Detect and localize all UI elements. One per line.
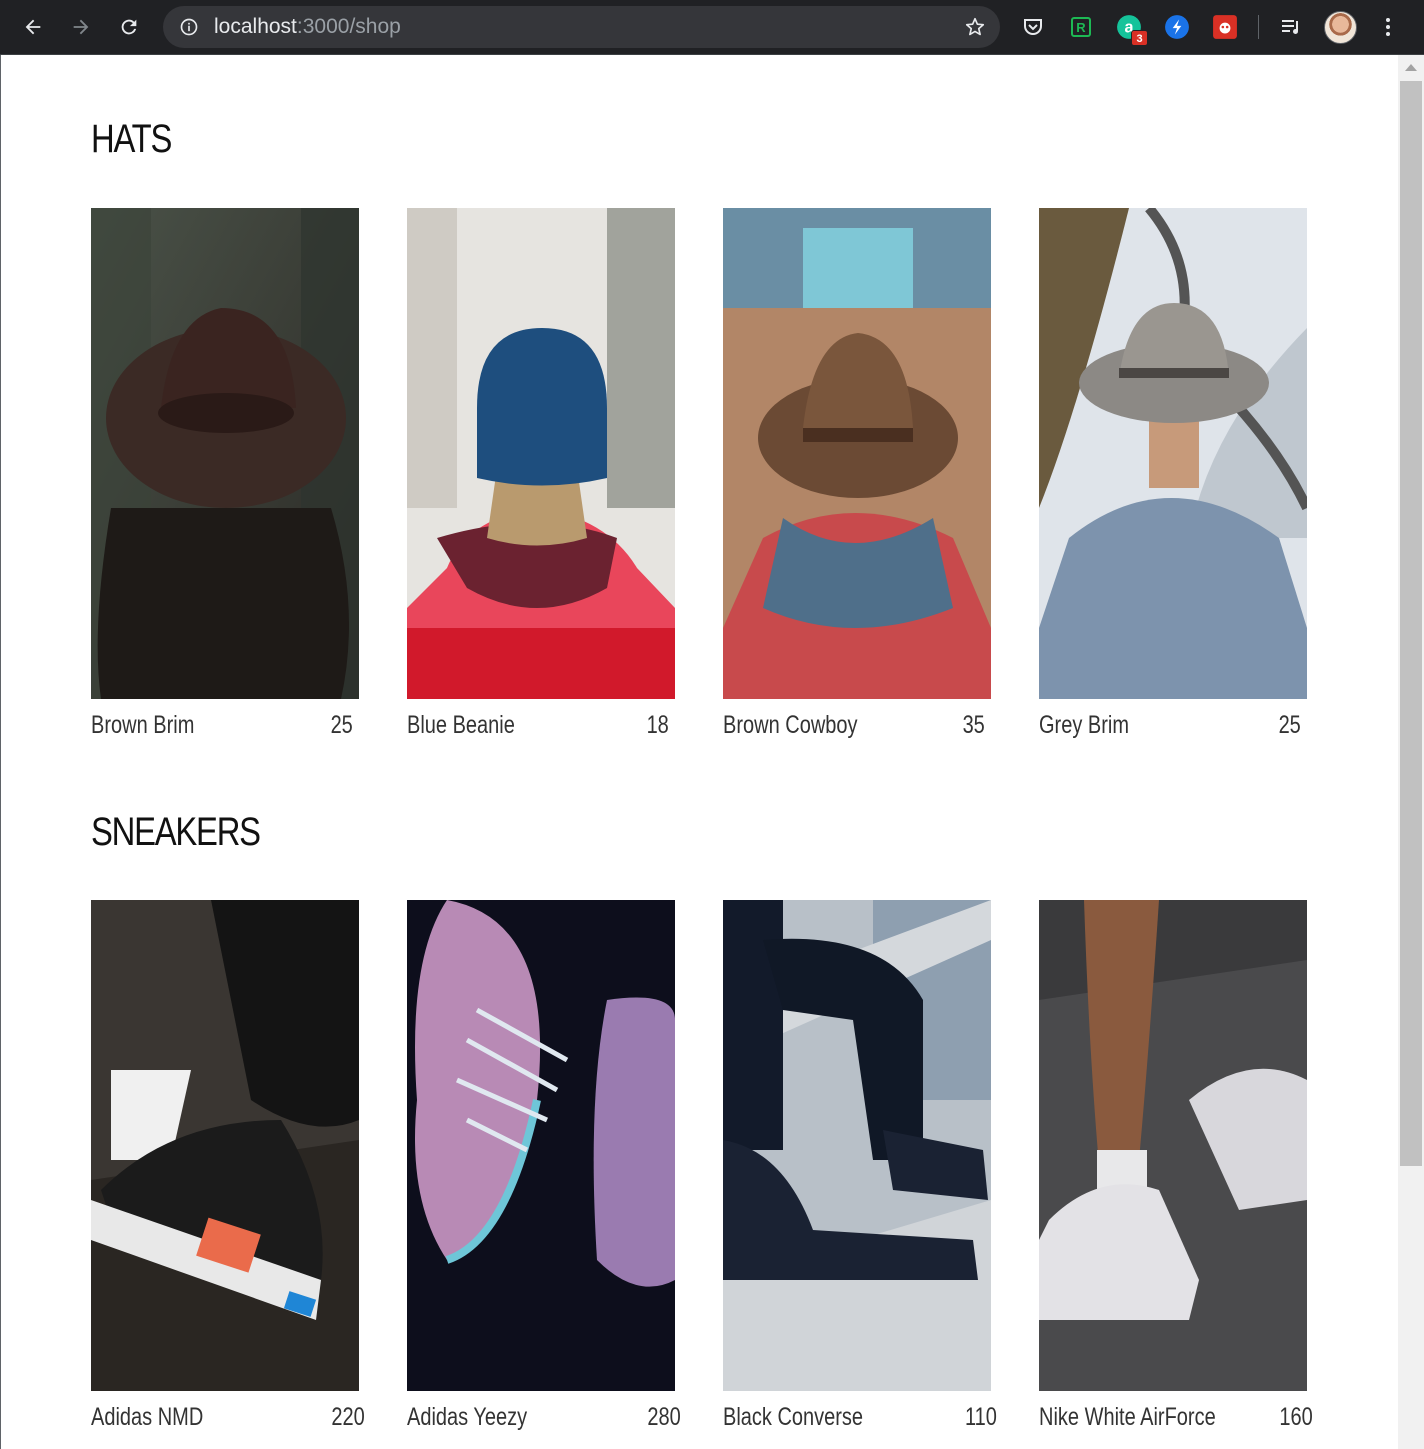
product-card[interactable]: Adidas Yeezy 280 — [407, 900, 681, 1439]
product-meta: Nike White AirForce 160 — [1039, 1399, 1313, 1439]
product-price: 280 — [647, 1403, 681, 1431]
arrow-right-icon — [73, 19, 89, 35]
svg-text:R: R — [1076, 20, 1086, 35]
product-name: Black Converse — [723, 1403, 864, 1431]
product-name: Grey Brim — [1039, 711, 1129, 739]
product-name: Adidas Yeezy — [407, 1403, 528, 1431]
product-price: 220 — [331, 1403, 365, 1431]
product-meta: Black Converse 110 — [723, 1399, 997, 1439]
bug-extension-icon[interactable] — [1210, 12, 1240, 42]
product-name: Brown Cowboy — [723, 711, 858, 739]
product-price: 160 — [1279, 1403, 1313, 1431]
back-button[interactable] — [14, 8, 52, 46]
url-host: localhost — [214, 15, 297, 38]
product-name: Blue Beanie — [407, 711, 515, 739]
grammarly-badge: 3 — [1131, 30, 1148, 46]
product-card[interactable]: Black Converse 110 — [723, 900, 997, 1439]
collection-title[interactable]: HATS — [91, 117, 1108, 162]
product-image — [407, 900, 675, 1391]
product-image — [723, 900, 991, 1391]
rss-extension-icon[interactable]: R — [1066, 12, 1096, 42]
product-image — [407, 208, 675, 699]
bookmark-star-icon[interactable] — [964, 16, 986, 38]
product-name: Brown Brim — [91, 711, 195, 739]
product-meta: Adidas Yeezy 280 — [407, 1399, 681, 1439]
product-meta: Blue Beanie 18 — [407, 707, 675, 747]
collection-sneakers: SNEAKERS — [91, 810, 1331, 855]
product-name: Nike White AirForce — [1039, 1403, 1216, 1431]
shield-extension-icon[interactable] — [1162, 12, 1192, 42]
product-name: Adidas NMD — [91, 1403, 204, 1431]
page-content: HATS Brown Brim 25 Blue Beanie 18 Brown … — [0, 55, 1398, 1449]
grammarly-icon[interactable]: a 3 — [1114, 12, 1148, 46]
product-card[interactable]: Brown Cowboy 35 — [723, 208, 991, 747]
media-queue-icon[interactable] — [1276, 12, 1306, 42]
product-card[interactable]: Adidas NMD 220 — [91, 900, 365, 1439]
product-image — [91, 208, 359, 699]
scroll-up-arrow-icon[interactable] — [1405, 64, 1417, 71]
forward-button[interactable] — [62, 8, 100, 46]
product-image — [1039, 208, 1307, 699]
product-meta: Brown Brim 25 — [91, 707, 359, 747]
product-image — [1039, 900, 1307, 1391]
browser-toolbar: localhost:3000/shop R a 3 — [0, 0, 1424, 55]
product-meta: Brown Cowboy 35 — [723, 707, 991, 747]
url-path: :3000/shop — [296, 15, 401, 38]
product-image — [91, 900, 359, 1391]
collection-hats: HATS — [91, 117, 1331, 162]
collection-title[interactable]: SNEAKERS — [91, 810, 1108, 855]
page-scrollbar[interactable] — [1398, 55, 1424, 1449]
info-icon[interactable] — [179, 17, 199, 37]
scrollbar-thumb[interactable] — [1400, 81, 1422, 1166]
product-card[interactable]: Nike White AirForce 160 — [1039, 900, 1313, 1439]
menu-kebab-icon[interactable] — [1373, 12, 1403, 42]
product-card[interactable]: Grey Brim 25 — [1039, 208, 1307, 747]
product-image — [723, 208, 991, 699]
pocket-icon[interactable] — [1018, 12, 1048, 42]
address-bar[interactable]: localhost:3000/shop — [163, 6, 1000, 48]
url-text[interactable]: localhost:3000/shop — [214, 16, 401, 38]
product-price: 25 — [330, 711, 353, 739]
product-meta: Grey Brim 25 — [1039, 707, 1307, 747]
product-price: 25 — [1278, 711, 1301, 739]
product-card[interactable]: Brown Brim 25 — [91, 208, 359, 747]
reload-icon — [121, 19, 137, 35]
arrow-left-icon — [25, 19, 41, 35]
product-price: 18 — [646, 711, 669, 739]
product-price: 110 — [965, 1403, 997, 1431]
product-meta: Adidas NMD 220 — [91, 1399, 365, 1439]
reload-button[interactable] — [110, 8, 148, 46]
product-card[interactable]: Blue Beanie 18 — [407, 208, 675, 747]
toolbar-separator — [1258, 15, 1259, 39]
profile-avatar[interactable] — [1324, 11, 1357, 44]
product-price: 35 — [962, 711, 985, 739]
